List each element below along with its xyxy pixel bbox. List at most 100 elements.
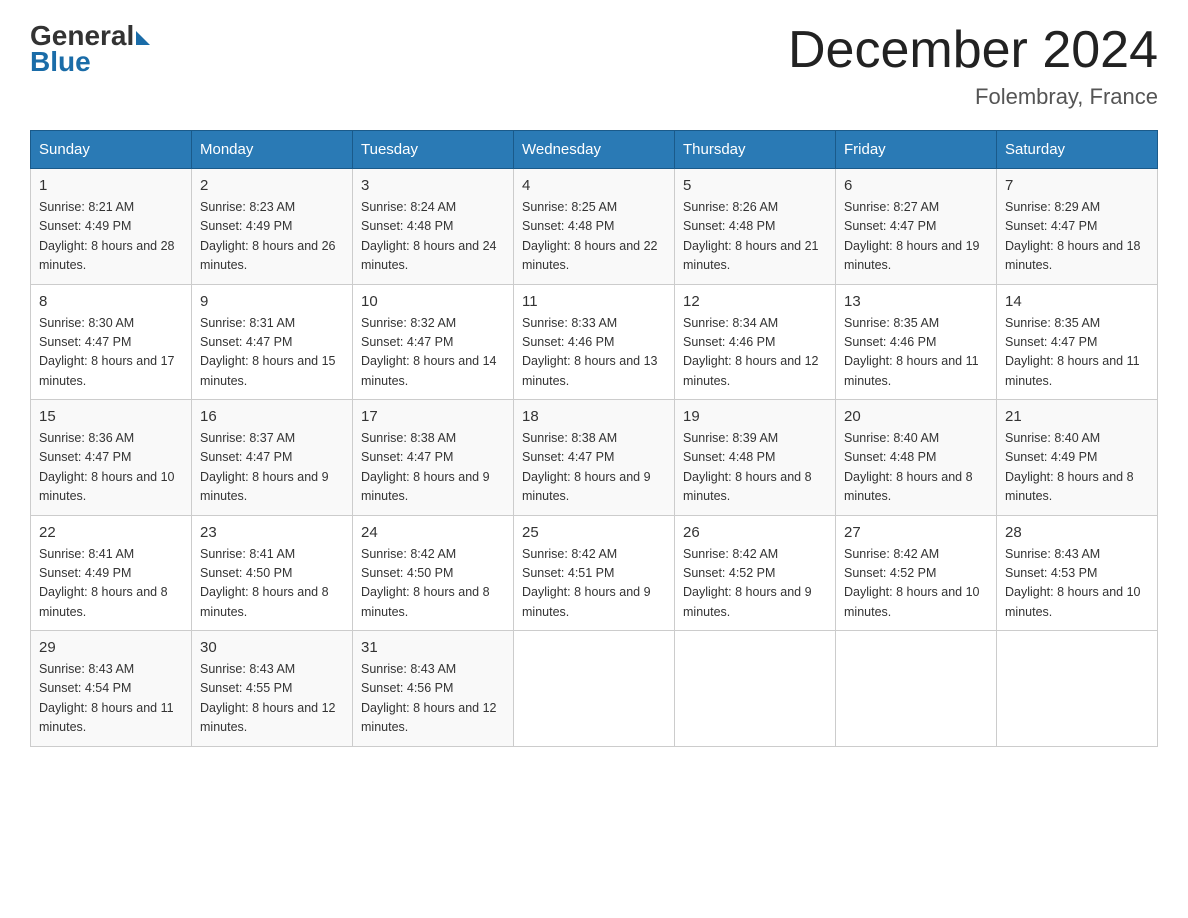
day-number: 23	[200, 524, 344, 541]
day-info: Sunrise: 8:35 AMSunset: 4:47 PMDaylight:…	[1005, 314, 1149, 392]
page-header: General Blue December 2024 Folembray, Fr…	[30, 20, 1158, 110]
day-cell-30: 30 Sunrise: 8:43 AMSunset: 4:55 PMDayligh…	[192, 631, 353, 747]
day-cell-8: 8 Sunrise: 8:30 AMSunset: 4:47 PMDaylight…	[31, 284, 192, 400]
day-info: Sunrise: 8:34 AMSunset: 4:46 PMDaylight:…	[683, 314, 827, 392]
empty-cell	[836, 631, 997, 747]
day-number: 8	[39, 293, 183, 310]
calendar-week-3: 15 Sunrise: 8:36 AMSunset: 4:47 PMDayligh…	[31, 400, 1158, 516]
empty-cell	[514, 631, 675, 747]
day-number: 9	[200, 293, 344, 310]
day-info: Sunrise: 8:33 AMSunset: 4:46 PMDaylight:…	[522, 314, 666, 392]
day-info: Sunrise: 8:36 AMSunset: 4:47 PMDaylight:…	[39, 429, 183, 507]
day-info: Sunrise: 8:43 AMSunset: 4:56 PMDaylight:…	[361, 660, 505, 738]
day-info: Sunrise: 8:40 AMSunset: 4:49 PMDaylight:…	[1005, 429, 1149, 507]
day-cell-10: 10 Sunrise: 8:32 AMSunset: 4:47 PMDayligh…	[353, 284, 514, 400]
day-info: Sunrise: 8:37 AMSunset: 4:47 PMDaylight:…	[200, 429, 344, 507]
day-number: 2	[200, 177, 344, 194]
day-cell-11: 11 Sunrise: 8:33 AMSunset: 4:46 PMDayligh…	[514, 284, 675, 400]
day-cell-16: 16 Sunrise: 8:37 AMSunset: 4:47 PMDayligh…	[192, 400, 353, 516]
empty-cell	[997, 631, 1158, 747]
day-number: 1	[39, 177, 183, 194]
day-cell-29: 29Sunrise: 8:43 AMSunset: 4:54 PMDayligh…	[31, 631, 192, 747]
day-cell-5: 5 Sunrise: 8:26 AMSunset: 4:48 PMDaylight…	[675, 169, 836, 285]
calendar-week-1: 1Sunrise: 8:21 AMSunset: 4:49 PMDaylight…	[31, 169, 1158, 285]
day-cell-2: 2Sunrise: 8:23 AMSunset: 4:49 PMDaylight…	[192, 169, 353, 285]
day-number: 17	[361, 408, 505, 425]
day-info: Sunrise: 8:29 AMSunset: 4:47 PMDaylight:…	[1005, 198, 1149, 276]
day-cell-27: 27Sunrise: 8:42 AMSunset: 4:52 PMDayligh…	[836, 515, 997, 631]
logo-arrow-icon	[136, 31, 150, 45]
day-info: Sunrise: 8:41 AMSunset: 4:50 PMDaylight:…	[200, 545, 344, 623]
day-cell-26: 26 Sunrise: 8:42 AMSunset: 4:52 PMDayligh…	[675, 515, 836, 631]
day-number: 22	[39, 524, 183, 541]
day-number: 4	[522, 177, 666, 194]
day-cell-6: 6Sunrise: 8:27 AMSunset: 4:47 PMDaylight…	[836, 169, 997, 285]
day-info: Sunrise: 8:26 AMSunset: 4:48 PMDaylight:…	[683, 198, 827, 276]
day-info: Sunrise: 8:41 AMSunset: 4:49 PMDaylight:…	[39, 545, 183, 623]
day-info: Sunrise: 8:43 AMSunset: 4:55 PMDaylight:…	[200, 660, 344, 738]
day-info: Sunrise: 8:39 AMSunset: 4:48 PMDaylight:…	[683, 429, 827, 507]
header-saturday: Saturday	[997, 131, 1158, 169]
day-number: 21	[1005, 408, 1149, 425]
day-cell-20: 20 Sunrise: 8:40 AMSunset: 4:48 PMDayligh…	[836, 400, 997, 516]
day-number: 5	[683, 177, 827, 194]
day-number: 10	[361, 293, 505, 310]
day-cell-31: 31 Sunrise: 8:43 AMSunset: 4:56 PMDayligh…	[353, 631, 514, 747]
day-cell-23: 23 Sunrise: 8:41 AMSunset: 4:50 PMDayligh…	[192, 515, 353, 631]
calendar-table: SundayMondayTuesdayWednesdayThursdayFrid…	[30, 130, 1158, 747]
day-cell-14: 14 Sunrise: 8:35 AMSunset: 4:47 PMDayligh…	[997, 284, 1158, 400]
header-sunday: Sunday	[31, 131, 192, 169]
day-cell-21: 21 Sunrise: 8:40 AMSunset: 4:49 PMDayligh…	[997, 400, 1158, 516]
day-number: 18	[522, 408, 666, 425]
logo-blue-text: Blue	[30, 46, 91, 78]
month-title: December 2024	[788, 20, 1158, 80]
day-info: Sunrise: 8:42 AMSunset: 4:51 PMDaylight:…	[522, 545, 666, 623]
day-info: Sunrise: 8:38 AMSunset: 4:47 PMDaylight:…	[522, 429, 666, 507]
day-number: 13	[844, 293, 988, 310]
header-wednesday: Wednesday	[514, 131, 675, 169]
day-cell-1: 1Sunrise: 8:21 AMSunset: 4:49 PMDaylight…	[31, 169, 192, 285]
day-info: Sunrise: 8:43 AMSunset: 4:53 PMDaylight:…	[1005, 545, 1149, 623]
day-cell-4: 4 Sunrise: 8:25 AMSunset: 4:48 PMDaylight…	[514, 169, 675, 285]
day-number: 12	[683, 293, 827, 310]
day-number: 15	[39, 408, 183, 425]
calendar-week-4: 22 Sunrise: 8:41 AMSunset: 4:49 PMDayligh…	[31, 515, 1158, 631]
day-info: Sunrise: 8:42 AMSunset: 4:52 PMDaylight:…	[844, 545, 988, 623]
day-number: 30	[200, 639, 344, 656]
day-cell-22: 22 Sunrise: 8:41 AMSunset: 4:49 PMDayligh…	[31, 515, 192, 631]
day-cell-12: 12 Sunrise: 8:34 AMSunset: 4:46 PMDayligh…	[675, 284, 836, 400]
day-cell-17: 17 Sunrise: 8:38 AMSunset: 4:47 PMDayligh…	[353, 400, 514, 516]
title-section: December 2024 Folembray, France	[788, 20, 1158, 110]
header-thursday: Thursday	[675, 131, 836, 169]
day-info: Sunrise: 8:31 AMSunset: 4:47 PMDaylight:…	[200, 314, 344, 392]
day-number: 6	[844, 177, 988, 194]
day-info: Sunrise: 8:25 AMSunset: 4:48 PMDaylight:…	[522, 198, 666, 276]
day-number: 7	[1005, 177, 1149, 194]
day-number: 11	[522, 293, 666, 310]
day-number: 16	[200, 408, 344, 425]
day-info: Sunrise: 8:30 AMSunset: 4:47 PMDaylight:…	[39, 314, 183, 392]
day-cell-7: 7 Sunrise: 8:29 AMSunset: 4:47 PMDaylight…	[997, 169, 1158, 285]
location-text: Folembray, France	[788, 84, 1158, 110]
day-number: 3	[361, 177, 505, 194]
calendar-week-2: 8 Sunrise: 8:30 AMSunset: 4:47 PMDaylight…	[31, 284, 1158, 400]
day-cell-18: 18 Sunrise: 8:38 AMSunset: 4:47 PMDayligh…	[514, 400, 675, 516]
calendar-header-row: SundayMondayTuesdayWednesdayThursdayFrid…	[31, 131, 1158, 169]
day-number: 31	[361, 639, 505, 656]
logo: General Blue	[30, 20, 150, 78]
day-cell-19: 19Sunrise: 8:39 AMSunset: 4:48 PMDayligh…	[675, 400, 836, 516]
day-cell-28: 28Sunrise: 8:43 AMSunset: 4:53 PMDayligh…	[997, 515, 1158, 631]
day-number: 24	[361, 524, 505, 541]
day-number: 26	[683, 524, 827, 541]
day-info: Sunrise: 8:24 AMSunset: 4:48 PMDaylight:…	[361, 198, 505, 276]
day-number: 14	[1005, 293, 1149, 310]
day-info: Sunrise: 8:42 AMSunset: 4:50 PMDaylight:…	[361, 545, 505, 623]
day-info: Sunrise: 8:32 AMSunset: 4:47 PMDaylight:…	[361, 314, 505, 392]
day-cell-15: 15 Sunrise: 8:36 AMSunset: 4:47 PMDayligh…	[31, 400, 192, 516]
day-number: 25	[522, 524, 666, 541]
day-info: Sunrise: 8:40 AMSunset: 4:48 PMDaylight:…	[844, 429, 988, 507]
day-cell-3: 3 Sunrise: 8:24 AMSunset: 4:48 PMDaylight…	[353, 169, 514, 285]
day-number: 20	[844, 408, 988, 425]
day-info: Sunrise: 8:42 AMSunset: 4:52 PMDaylight:…	[683, 545, 827, 623]
day-info: Sunrise: 8:38 AMSunset: 4:47 PMDaylight:…	[361, 429, 505, 507]
